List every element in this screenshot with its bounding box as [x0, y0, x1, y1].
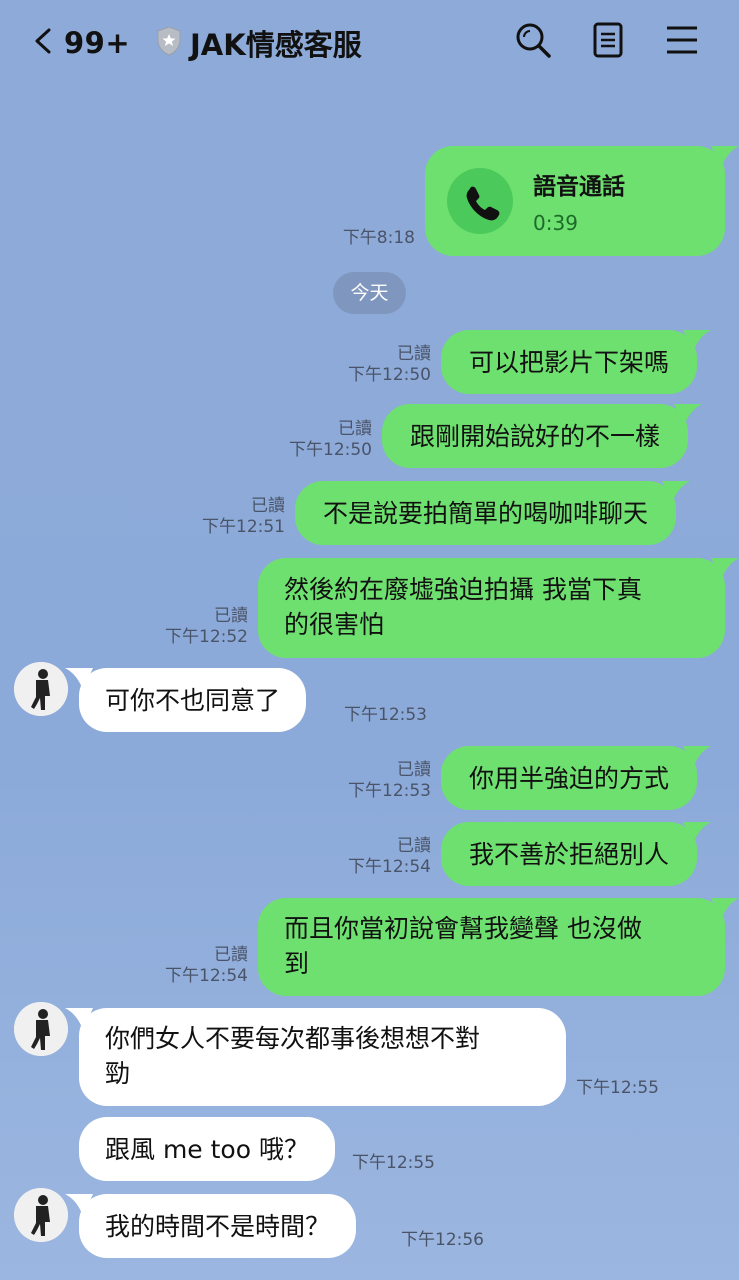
- read-receipt: 已讀: [397, 344, 431, 364]
- message-text: 不是說要拍簡單的喝咖啡聊天: [323, 499, 649, 528]
- call-duration: 0:39: [533, 211, 578, 235]
- message-bubble-out[interactable]: 你用半強迫的方式: [441, 746, 712, 810]
- menu-icon[interactable]: [662, 20, 702, 60]
- timestamp: 下午12:54: [165, 966, 248, 986]
- message-meta: 已讀 下午12:50: [348, 344, 431, 386]
- timestamp: 下午12:50: [289, 440, 372, 460]
- unread-count: 99+: [64, 26, 131, 60]
- verified-shield-icon: [157, 26, 181, 56]
- message-text-line: 然後約在廢墟強迫拍攝 我當下真: [284, 575, 642, 604]
- message-text-line: 而且你當初說會幫我變聲 也沒做: [284, 914, 642, 943]
- timestamp: 下午12:56: [401, 1230, 484, 1250]
- message-text-line: 勁: [105, 1059, 131, 1088]
- message-text: 可以把影片下架嗎: [469, 348, 670, 377]
- avatar[interactable]: [14, 1002, 68, 1056]
- message-bubble-in[interactable]: 可你不也同意了: [65, 668, 307, 732]
- message-bubble-out[interactable]: 可以把影片下架嗎: [441, 330, 712, 394]
- avatar[interactable]: [14, 662, 68, 716]
- avatar[interactable]: [14, 1188, 68, 1242]
- message-meta: 已讀 下午12:54: [348, 836, 431, 878]
- timestamp: 下午12:55: [352, 1153, 435, 1173]
- message-text-line: 到: [284, 949, 310, 978]
- message-text: 可你不也同意了: [105, 686, 281, 715]
- message-meta: 已讀 下午12:51: [202, 496, 285, 538]
- message-text: 跟剛開始說好的不一樣: [410, 422, 661, 451]
- back-button[interactable]: 99+: [28, 24, 138, 60]
- search-icon[interactable]: [513, 20, 553, 60]
- read-receipt: 已讀: [214, 606, 248, 626]
- voice-call-bubble[interactable]: 語音通話 0:39: [425, 146, 739, 256]
- message-bubble-in[interactable]: 我的時間不是時間？: [65, 1194, 357, 1258]
- message-bubble-out[interactable]: 不是說要拍簡單的喝咖啡聊天: [295, 481, 691, 545]
- timestamp: 下午12:50: [348, 365, 431, 385]
- message-text: 你用半強迫的方式: [469, 764, 670, 793]
- message-bubble-out[interactable]: 我不善於拒絕別人: [441, 822, 712, 886]
- timestamp: 下午12:55: [576, 1078, 659, 1098]
- chat-area[interactable]: 語音通話 0:39 下午8:18 今天 可以把影片下架嗎 已讀 下午12:50 …: [0, 84, 739, 1280]
- message-bubble-in[interactable]: 跟風 me too 哦？: [79, 1117, 335, 1181]
- read-receipt: 已讀: [338, 419, 372, 439]
- message-bubble-out[interactable]: 然後約在廢墟強迫拍攝 我當下真 的很害怕: [258, 558, 739, 658]
- message-meta: 已讀 下午12:50: [289, 419, 372, 461]
- message-bubble-in[interactable]: 你們女人不要每次都事後想想不對 勁: [65, 1008, 566, 1106]
- date-separator: 今天: [333, 272, 406, 314]
- message-meta: 已讀 下午12:54: [165, 945, 248, 987]
- timestamp: 下午12:54: [348, 857, 431, 877]
- chevron-left-icon: [35, 28, 51, 54]
- timestamp: 下午12:52: [165, 627, 248, 647]
- notes-icon[interactable]: [588, 20, 628, 60]
- chat-header: 99+ JAK情感客服: [0, 0, 739, 84]
- chat-title: JAK情感客服: [190, 28, 362, 62]
- message-meta: 已讀 下午12:53: [348, 760, 431, 802]
- message-bubble-out[interactable]: 跟剛開始說好的不一樣: [382, 404, 703, 468]
- read-receipt: 已讀: [251, 496, 285, 516]
- message-text: 跟風 me too 哦？: [105, 1135, 309, 1164]
- timestamp: 下午12:53: [348, 781, 431, 801]
- timestamp: 下午12:51: [202, 517, 285, 537]
- timestamp: 下午8:18: [342, 228, 415, 248]
- read-receipt: 已讀: [214, 945, 248, 965]
- timestamp: 下午12:53: [344, 705, 427, 725]
- phone-icon: [447, 168, 513, 234]
- message-text-line: 的很害怕: [284, 610, 385, 639]
- read-receipt: 已讀: [397, 836, 431, 856]
- call-title: 語音通話: [533, 174, 625, 200]
- message-meta: 已讀 下午12:52: [165, 606, 248, 648]
- message-text: 我不善於拒絕別人: [469, 840, 670, 869]
- message-text-line: 你們女人不要每次都事後想想不對: [105, 1024, 481, 1053]
- read-receipt: 已讀: [397, 760, 431, 780]
- message-bubble-out[interactable]: 而且你當初說會幫我變聲 也沒做 到: [258, 898, 739, 996]
- message-text: 我的時間不是時間？: [105, 1212, 331, 1241]
